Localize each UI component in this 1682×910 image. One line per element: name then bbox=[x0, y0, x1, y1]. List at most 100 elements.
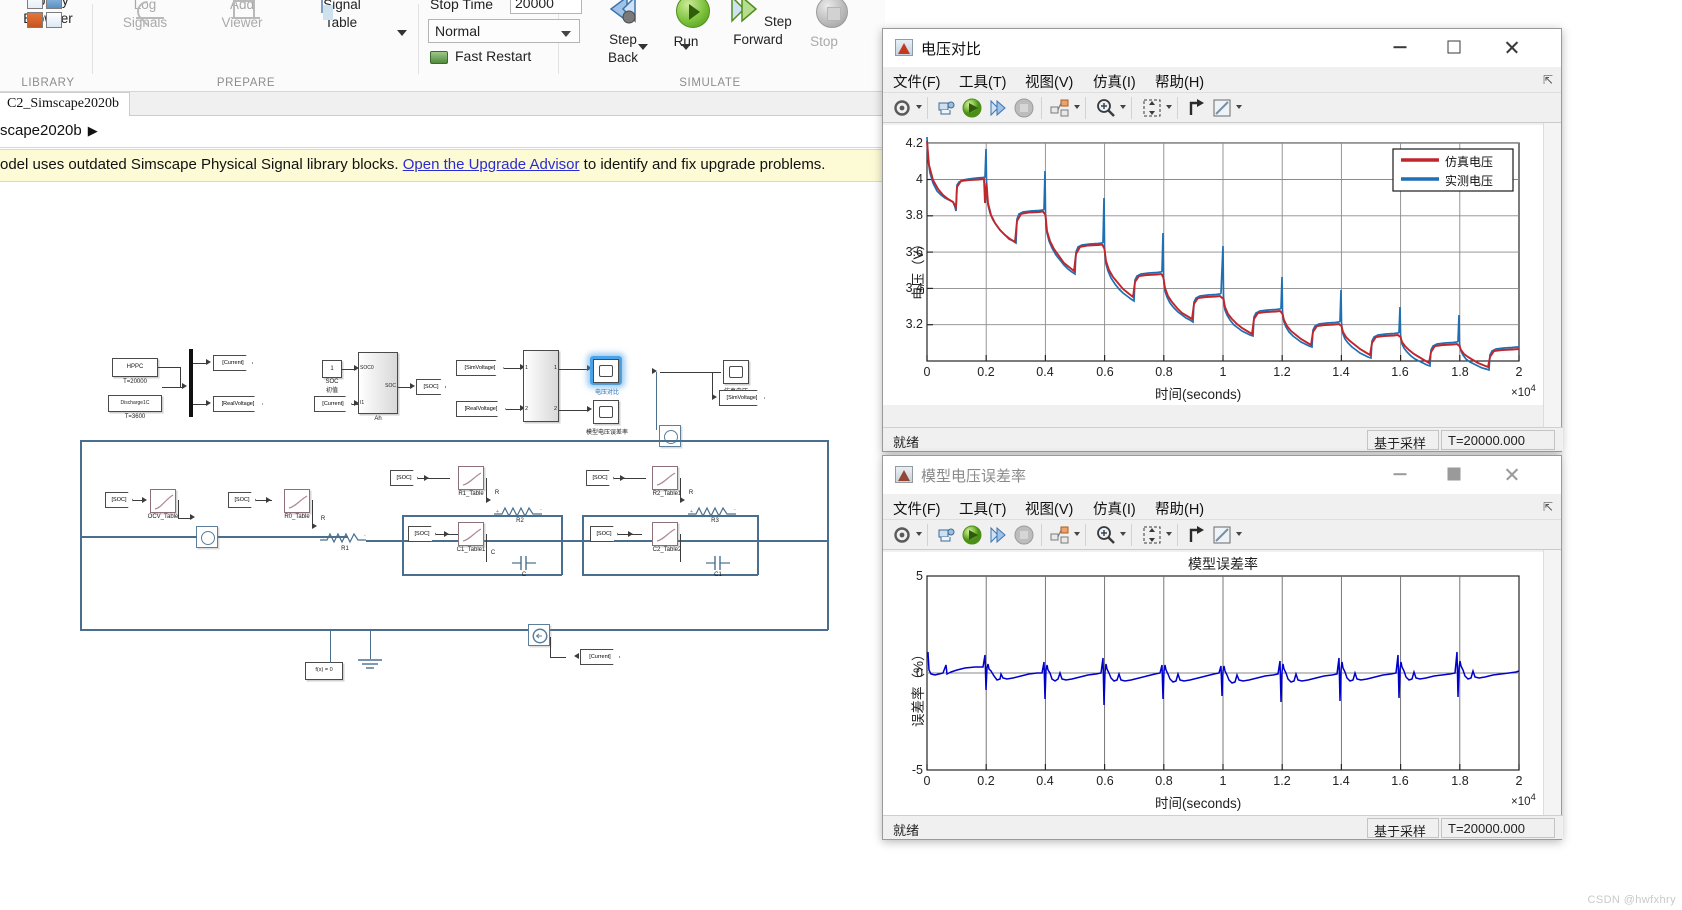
goto-current-2[interactable]: [Current] bbox=[314, 396, 352, 412]
scope1-toolbar[interactable] bbox=[883, 93, 1561, 123]
style-icon[interactable] bbox=[1211, 524, 1233, 546]
zoom-in-icon[interactable] bbox=[1095, 97, 1117, 119]
upgrade-advisor-link[interactable]: Open the Upgrade Advisor bbox=[403, 156, 580, 173]
scope2-titlebar[interactable]: 模型电压误差率 bbox=[883, 456, 1561, 494]
scope1-minimize-button[interactable] bbox=[1377, 29, 1423, 65]
scope1-menu-tools[interactable]: 工具(T) bbox=[959, 71, 1007, 92]
autoscale-icon[interactable] bbox=[1141, 97, 1163, 119]
scope1-menu-help[interactable]: 帮助(H) bbox=[1155, 71, 1204, 92]
scope1-menu-expand-icon[interactable]: ⇱ bbox=[1543, 73, 1553, 87]
scope2-menu-sim[interactable]: 仿真(I) bbox=[1093, 498, 1136, 519]
config-gear-icon[interactable] bbox=[891, 97, 913, 119]
print-icon[interactable] bbox=[935, 524, 957, 546]
style-icon[interactable] bbox=[1211, 97, 1233, 119]
goto-soc-c2[interactable]: [SOC] bbox=[590, 526, 618, 542]
step-forward-icon[interactable] bbox=[987, 524, 1009, 546]
run-caret-icon[interactable] bbox=[681, 44, 691, 50]
block-hppc[interactable]: HPPC bbox=[112, 358, 158, 377]
zoom-caret-icon[interactable] bbox=[1120, 532, 1126, 536]
autoscale-caret-icon[interactable] bbox=[1166, 532, 1172, 536]
goto-realvoltage-2[interactable]: [RealVoltage] bbox=[456, 401, 506, 417]
block-r1-table[interactable] bbox=[458, 466, 484, 490]
step-back-caret-icon[interactable] bbox=[638, 44, 648, 50]
breadcrumb-item[interactable]: scape2020b bbox=[0, 122, 82, 139]
stop-button[interactable]: Stop bbox=[800, 0, 848, 51]
goto-current-3[interactable]: [Current] bbox=[580, 649, 620, 665]
scope1-vertical-scrollbar[interactable] bbox=[1543, 123, 1561, 427]
goto-soc-r0[interactable]: [SOC] bbox=[228, 492, 256, 508]
block-voltage-sensor[interactable] bbox=[659, 425, 681, 447]
block-r1-resistor[interactable]: + - bbox=[320, 530, 374, 544]
goto-soc-ocv[interactable]: [SOC] bbox=[105, 492, 133, 508]
scope2-vertical-scrollbar[interactable] bbox=[1543, 550, 1561, 815]
goto-current-1[interactable]: [Current] bbox=[213, 355, 253, 371]
model-tab[interactable]: C2_Simscape2020b bbox=[0, 92, 130, 116]
stop-time-input[interactable] bbox=[510, 0, 582, 14]
step-forward-icon[interactable] bbox=[987, 97, 1009, 119]
goto-soc-r1[interactable]: [SOC] bbox=[390, 470, 418, 486]
layout-caret-icon[interactable] bbox=[1074, 105, 1080, 109]
goto-simvoltage-1[interactable]: [SimVoltage] bbox=[456, 360, 504, 376]
log-signals-button[interactable]: Log Signals bbox=[104, 0, 186, 32]
scope2-menu-expand-icon[interactable]: ⇱ bbox=[1543, 500, 1553, 514]
block-c2-table2[interactable] bbox=[652, 522, 678, 546]
simulation-mode-select[interactable]: Normal bbox=[428, 19, 580, 43]
scope1-menu-view[interactable]: 视图(V) bbox=[1025, 71, 1073, 92]
block-ocv-table[interactable] bbox=[150, 489, 176, 513]
bus-creator[interactable] bbox=[189, 349, 193, 417]
scope2-maximize-button[interactable] bbox=[1431, 456, 1477, 492]
autoscale-icon[interactable] bbox=[1141, 524, 1163, 546]
prepare-more-caret-icon[interactable] bbox=[397, 30, 407, 36]
block-r2-table1[interactable] bbox=[652, 466, 678, 490]
scope2-menu-help[interactable]: 帮助(H) bbox=[1155, 498, 1204, 519]
config-caret-icon[interactable] bbox=[916, 532, 922, 536]
library-browser-button[interactable]: Library Browser bbox=[8, 0, 88, 28]
scope1-plot[interactable]: 仿真电压 实测电压 3.2 3.4 3.6 3.8 4 4.2 0 0.2 0.… bbox=[883, 125, 1545, 405]
block-soc-init[interactable]: 1 bbox=[322, 360, 342, 378]
cursor-measure-icon[interactable] bbox=[1185, 524, 1207, 546]
layout-icon[interactable] bbox=[1049, 97, 1071, 119]
scope-block-voltage-compare[interactable] bbox=[593, 359, 619, 383]
block-ground[interactable] bbox=[356, 658, 384, 677]
block-c-capacitor[interactable] bbox=[512, 555, 536, 571]
style-caret-icon[interactable] bbox=[1236, 532, 1242, 536]
step-forward-button[interactable]: Step Forward bbox=[722, 0, 794, 49]
scope2-plot[interactable]: 模型误差率 -5 0 5 0 0.2 0.4 0.6 0.8 1 1.2 1.4… bbox=[883, 552, 1545, 817]
config-gear-icon[interactable] bbox=[891, 524, 913, 546]
scope2-menu-view[interactable]: 视图(V) bbox=[1025, 498, 1073, 519]
block-discharge1c[interactable]: Discharge1C bbox=[108, 395, 162, 412]
run-button[interactable]: Run bbox=[662, 0, 710, 51]
run-icon[interactable] bbox=[961, 524, 983, 546]
autoscale-caret-icon[interactable] bbox=[1166, 105, 1172, 109]
scope1-menubar[interactable]: 文件(F) 工具(T) 视图(V) 仿真(I) 帮助(H) ⇱ bbox=[883, 67, 1561, 93]
block-fx-solver[interactable]: f(x) = 0 bbox=[305, 662, 343, 680]
scope1-maximize-button[interactable] bbox=[1431, 29, 1477, 65]
scope-block-error-rate[interactable] bbox=[593, 400, 619, 424]
goto-soc-r2[interactable]: [SOC] bbox=[586, 470, 614, 486]
scope-window-voltage-compare[interactable]: 电压对比 文件(F) 工具(T) 视图(V) 仿真(I) 帮助(H) ⇱ 仿真电… bbox=[882, 28, 1563, 452]
cursor-measure-icon[interactable] bbox=[1185, 97, 1207, 119]
goto-simvoltage-2[interactable]: [SimVoltage] bbox=[719, 390, 765, 406]
goto-realvoltage-1[interactable]: [RealVoltage] bbox=[213, 396, 263, 412]
goto-soc-out[interactable]: [SOC] bbox=[416, 379, 446, 395]
layout-icon[interactable] bbox=[1049, 524, 1071, 546]
block-c1-table[interactable] bbox=[458, 522, 484, 546]
scope-window-error-rate[interactable]: 模型电压误差率 文件(F) 工具(T) 视图(V) 仿真(I) 帮助(H) ⇱ bbox=[882, 455, 1563, 840]
scope2-close-button[interactable] bbox=[1489, 456, 1535, 492]
block-current-source[interactable] bbox=[528, 624, 550, 646]
step-back-button[interactable]: Step Back bbox=[590, 0, 656, 67]
scope1-menu-sim[interactable]: 仿真(I) bbox=[1093, 71, 1136, 92]
scope2-toolbar[interactable] bbox=[883, 520, 1561, 550]
signal-table-button[interactable]: Signal Table bbox=[300, 0, 382, 32]
config-caret-icon[interactable] bbox=[916, 105, 922, 109]
style-caret-icon[interactable] bbox=[1236, 105, 1242, 109]
scope-block-sim-voltage[interactable] bbox=[723, 360, 749, 384]
scope2-menu-file[interactable]: 文件(F) bbox=[893, 498, 941, 519]
print-icon[interactable] bbox=[935, 97, 957, 119]
block-c1-capacitor[interactable] bbox=[706, 555, 730, 571]
model-canvas[interactable]: HPPC T=20000 Discharge1C T=3600 [Current… bbox=[0, 182, 885, 910]
scope1-close-button[interactable] bbox=[1489, 29, 1535, 65]
scope2-menubar[interactable]: 文件(F) 工具(T) 视图(V) 仿真(I) 帮助(H) ⇱ bbox=[883, 494, 1561, 520]
fast-restart-toggle[interactable]: Fast Restart bbox=[455, 48, 531, 64]
zoom-in-icon[interactable] bbox=[1095, 524, 1117, 546]
